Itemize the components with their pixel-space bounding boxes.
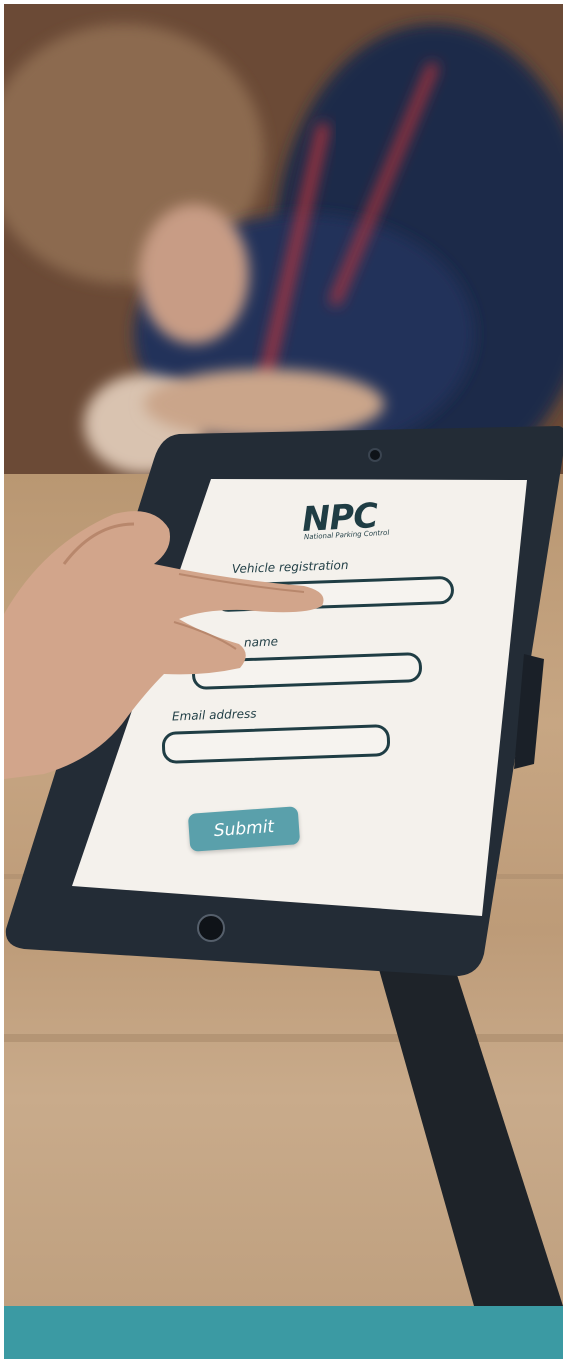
hand — [4, 511, 324, 779]
background-photo: NPC National Parking Control Vehicle reg… — [4, 4, 563, 1306]
bottom-accent-band — [4, 1306, 563, 1359]
